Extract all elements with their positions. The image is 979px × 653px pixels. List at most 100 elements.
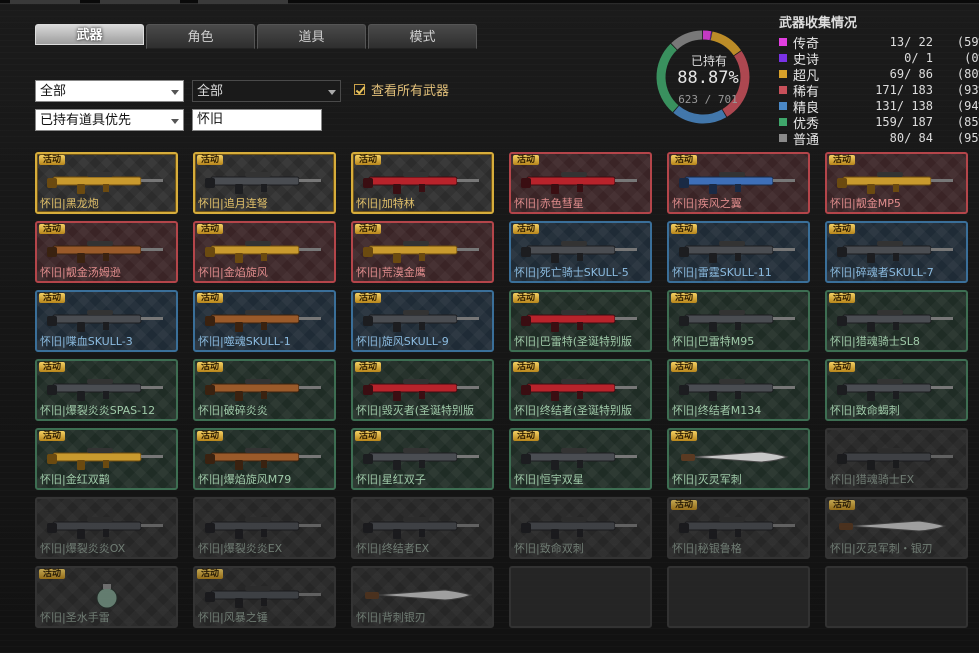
event-badge: 活动 [829,155,856,165]
weapon-card[interactable]: 活动 怀旧|圣水手雷 [35,566,178,628]
weapon-card[interactable]: 活动怀旧|猎魂骑士SL8 [825,290,968,352]
weapon-card[interactable]: 活动 怀旧|旋风SKULL-9 [351,290,494,352]
event-badge: 活动 [197,569,224,579]
event-badge: 活动 [39,362,66,372]
weapon-card[interactable]: 活动 怀旧|金红双鹋 [35,428,178,490]
weapon-card[interactable]: 活动 怀旧|追月连弩 [193,152,336,214]
event-badge: 活动 [513,224,540,234]
gun-icon [205,448,321,470]
weapon-card[interactable]: 怀旧|致命双刺 [509,497,652,559]
weapon-name: 怀旧|爆裂炎炎SPAS-12 [40,404,156,417]
rarity-percent: (85%) [956,115,979,129]
weapon-card[interactable]: 活动 怀旧|黑龙炮 [35,152,178,214]
weapon-card[interactable]: 活动 怀旧|灭灵军刺 [667,428,810,490]
weapon-card[interactable]: 活动 怀旧|巴雷特(圣诞特别版 [509,290,652,352]
tab-items[interactable]: 道具 [257,24,366,49]
weapon-name: 怀旧|爆焰旋风M79 [198,473,292,486]
weapon-name: 怀旧|追月连弩 [198,197,268,210]
weapon-card[interactable]: 活动 怀旧|星红双子 [351,428,494,490]
weapon-name: 怀旧|碎魂者SKULL-7 [830,266,934,279]
weapon-card[interactable]: 活动 怀旧|灭灵军刺・银刃 [825,497,968,559]
weapon-card[interactable]: 活动 怀旧|恒宇双星 [509,428,652,490]
weapon-card[interactable]: 活动 怀旧|爆焰旋风M79 [193,428,336,490]
empty-weapon-slot[interactable] [509,566,652,628]
rarity-count: 0/ 1 [904,51,933,65]
weapon-card[interactable]: 活动 怀旧|碎魂者SKULL-7 [825,221,968,283]
category-select-1[interactable]: 全部 [35,80,184,102]
gun-icon [363,379,479,401]
weapon-name: 怀旧|巴雷特(圣诞特别版 [514,335,632,348]
rarity-count: 171/ 183 [875,83,933,97]
owned-count: 623 / 701 [678,93,738,106]
event-badge: 活动 [671,155,698,165]
show-all-weapons-checkbox[interactable]: 查看所有武器 [354,80,449,99]
weapon-card[interactable]: 怀旧|猎魂骑士EX [825,428,968,490]
weapon-name: 怀旧|爆裂炎炎OX [40,542,126,555]
tab-weapons[interactable]: 武器 [35,24,144,45]
rarity-count: 159/ 187 [875,115,933,129]
tab-modes[interactable]: 模式 [368,24,477,49]
weapon-name: 怀旧|雷霆SKULL-11 [672,266,772,279]
weapon-card[interactable]: 怀旧|背刺银刃 [351,566,494,628]
gun-icon [837,310,953,332]
gun-icon [363,517,479,539]
event-badge: 活动 [355,224,382,234]
weapon-card[interactable]: 活动 怀旧|破碎炎炎 [193,359,336,421]
event-badge: 活动 [355,362,382,372]
knife-icon [681,451,789,463]
event-badge: 活动 [39,224,66,234]
weapon-card[interactable]: 怀旧|爆裂炎炎OX [35,497,178,559]
checkbox-checked-icon[interactable] [354,84,365,95]
rarity-percent: (59%) [956,35,979,49]
weapon-card[interactable]: 活动 怀旧|喋血SKULL-3 [35,290,178,352]
tab-characters[interactable]: 角色 [146,24,255,49]
event-badge: 活动 [39,293,66,303]
weapon-card[interactable]: 活动 怀旧|赤色彗星 [509,152,652,214]
weapon-card[interactable]: 活动 怀旧|毁灭者(圣诞特别版 [351,359,494,421]
ring-segment [702,30,712,41]
category-tabs: 武器 角色 道具 模式 [35,24,477,49]
category-select-2[interactable]: 全部 [192,80,341,102]
gun-icon [837,379,953,401]
weapon-card[interactable]: 活动 怀旧|疾风之翼 [667,152,810,214]
gun-icon [205,379,321,401]
weapon-card[interactable]: 活动 怀旧|靓金MP5 [825,152,968,214]
weapon-card[interactable]: 活动 怀旧|终结者(圣诞特别版 [509,359,652,421]
weapon-card[interactable]: 活动 怀旧|终结者M134 [667,359,810,421]
event-badge: 活动 [829,362,856,372]
rarity-swatch [779,134,787,142]
rarity-name: 普通 [793,132,820,148]
weapon-card[interactable]: 活动 怀旧|巴雷特M95 [667,290,810,352]
top-menu-item-2[interactable] [100,0,180,4]
weapon-card[interactable]: 活动 怀旧|雷霆SKULL-11 [667,221,810,283]
weapon-card[interactable]: 怀旧|爆裂炎炎EX [193,497,336,559]
weapon-card[interactable]: 活动 怀旧|风暴之锤 [193,566,336,628]
weapon-card[interactable]: 活动 怀旧|金焰旋风 [193,221,336,283]
weapon-card[interactable]: 怀旧|终结者EX [351,497,494,559]
weapon-card[interactable]: 活动怀旧|靓金汤姆逊 [35,221,178,283]
weapon-card[interactable]: 活动 怀旧|死亡骑士SKULL-5 [509,221,652,283]
empty-weapon-slot[interactable] [825,566,968,628]
search-input[interactable]: 怀旧 [192,109,322,131]
sort-select[interactable]: 已持有道具优先 [35,109,184,131]
legend-row: 普通 80/ 84 (95%) [779,130,979,148]
weapon-name: 怀旧|猎魂骑士EX [830,473,915,486]
rarity-swatch [779,102,787,110]
weapon-name: 怀旧|星红双子 [356,473,426,486]
weapon-card[interactable]: 活动 怀旧|加特林 [351,152,494,214]
event-badge: 活动 [829,293,856,303]
weapon-name: 怀旧|靓金汤姆逊 [40,266,121,279]
weapon-card[interactable]: 活动 怀旧|荒漠金鹰 [351,221,494,283]
weapon-name: 怀旧|猎魂骑士SL8 [830,335,920,348]
weapon-card[interactable]: 活动 怀旧|秘银鲁格 [667,497,810,559]
top-menu-item-1[interactable] [10,0,80,4]
weapon-name: 怀旧|致命蝎刺 [830,404,900,417]
ring-segment [710,31,742,56]
gun-icon [205,241,321,263]
empty-weapon-slot[interactable] [667,566,810,628]
top-menu-item-3[interactable] [198,0,288,4]
weapon-card[interactable]: 活动怀旧|爆裂炎炎SPAS-12 [35,359,178,421]
weapon-card[interactable]: 活动 怀旧|噬魂SKULL-1 [193,290,336,352]
gun-icon [47,379,163,401]
weapon-card[interactable]: 活动怀旧|致命蝎刺 [825,359,968,421]
